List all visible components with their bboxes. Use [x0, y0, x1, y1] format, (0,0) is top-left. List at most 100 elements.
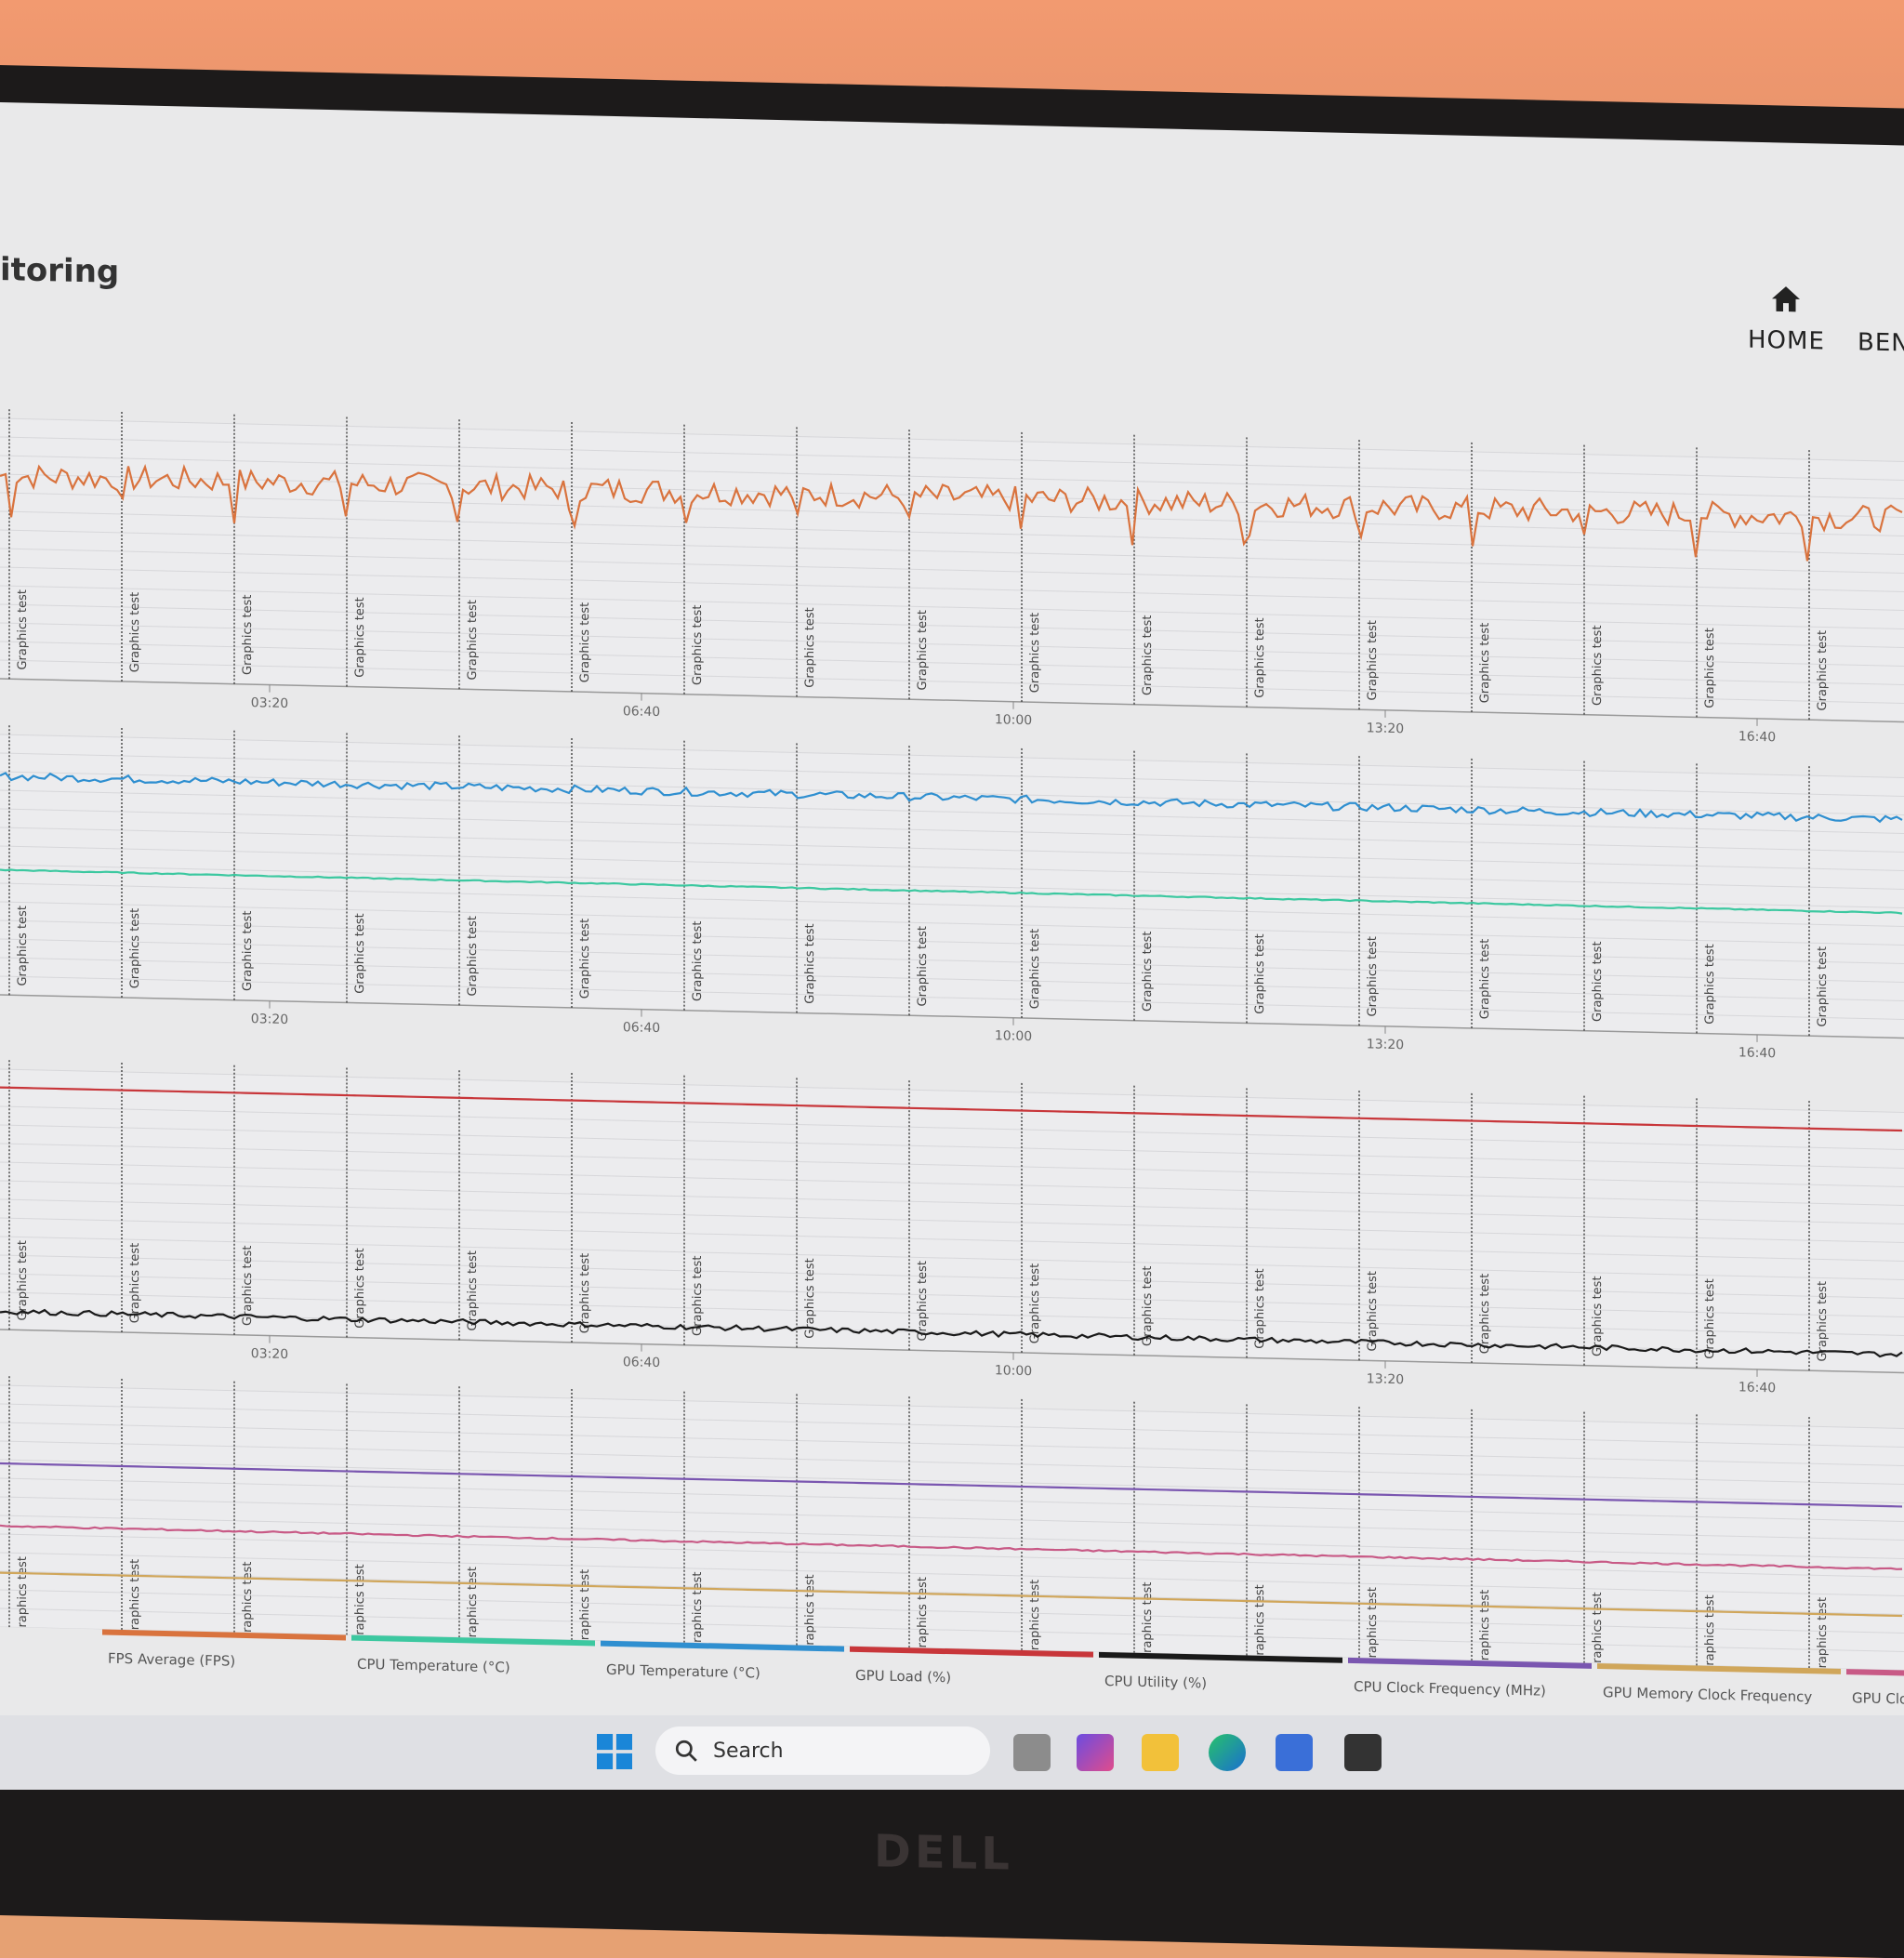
event-marker-label: Graphics test — [466, 1250, 480, 1331]
event-marker-label: Graphics test — [578, 919, 592, 999]
nav-benchmark-label: BEN — [1858, 328, 1904, 358]
dell-logo: DELL — [874, 1825, 1013, 1881]
event-marker-label: Graphics test — [16, 906, 30, 986]
legend-label: GPU Temperature (°C) — [606, 1660, 760, 1682]
legend-label: FPS Average (FPS) — [108, 1649, 236, 1670]
event-marker-label: Graphics test — [1253, 1584, 1267, 1665]
time-tick-label: 06:40 — [623, 704, 660, 720]
event-marker-label: Graphics test — [1366, 620, 1380, 701]
event-marker-label: Graphics test — [1816, 1597, 1830, 1671]
event-marker-label: Graphics test — [16, 589, 30, 670]
event-marker-label: Graphics test — [353, 913, 367, 994]
event-marker-label: Graphics test — [691, 1255, 705, 1336]
legend-label: GPU Cloc — [1852, 1689, 1904, 1708]
legend-label: CPU Clock Frequency (MHz) — [1354, 1678, 1546, 1700]
event-marker-label: Graphics test — [578, 602, 592, 683]
home-icon — [1772, 286, 1801, 312]
event-marker-label: Graphics test — [916, 926, 930, 1007]
event-marker-label: Graphics test — [916, 610, 930, 691]
event-marker-label: Graphics test — [1478, 1590, 1492, 1671]
event-marker-label: Graphics test — [803, 1574, 817, 1655]
legend-label: CPU Temperature (°C) — [357, 1655, 510, 1676]
chart-panel-bg — [0, 1385, 1904, 1671]
event-marker-label: Graphics test — [1816, 1281, 1830, 1362]
event-marker-label: Graphics test — [241, 1561, 255, 1642]
event-marker-label: Graphics test — [1591, 625, 1605, 706]
event-marker-label: Graphics test — [1141, 931, 1155, 1012]
event-marker-label: Graphics test — [1478, 1274, 1492, 1355]
event-marker-label: Graphics test — [353, 1564, 367, 1645]
file-explorer-icon[interactable] — [1142, 1734, 1179, 1771]
event-marker-label: Graphics test — [1478, 623, 1492, 704]
task-view-icon[interactable] — [1013, 1734, 1051, 1771]
event-marker-label: Graphics test — [1816, 946, 1830, 1027]
event-marker-label: Graphics test — [353, 1248, 367, 1329]
event-marker-label: Graphics test — [16, 1556, 30, 1637]
nav-home-label: HOME — [1748, 325, 1825, 356]
time-tick-label: 13:20 — [1367, 721, 1404, 736]
page-title: itoring — [0, 251, 120, 291]
event-marker-label: Graphics test — [803, 607, 817, 688]
windows-start-icon[interactable] — [597, 1734, 632, 1769]
event-marker-label: Graphics test — [128, 1243, 142, 1324]
time-tick-label: 16:40 — [1739, 1045, 1776, 1061]
event-marker-label: Graphics test — [691, 604, 705, 685]
time-tick-label: 03:20 — [251, 1012, 288, 1027]
benchmark-app-icon[interactable] — [1344, 1734, 1382, 1771]
event-marker-label: Graphics test — [1703, 1594, 1717, 1670]
windows-taskbar: Search — [0, 1715, 1904, 1790]
time-tick-label: 03:20 — [251, 695, 288, 711]
event-marker-label: Graphics test — [466, 916, 480, 997]
event-marker-label: Graphics test — [1366, 1587, 1380, 1668]
legend-item[interactable]: FPS Average (FPS) — [102, 1629, 346, 1709]
event-marker-label: Graphics test — [1591, 941, 1605, 1022]
event-marker-label: Graphics test — [353, 597, 367, 678]
time-tick-label: 10:00 — [995, 1363, 1032, 1379]
event-marker-label: Graphics test — [578, 1569, 592, 1650]
nav-benchmark[interactable]: BEN — [1858, 328, 1904, 357]
event-marker-label: Graphics test — [1028, 1263, 1042, 1344]
search-icon — [675, 1740, 697, 1762]
monitor-screen: itoring HOME BEN Graphics test Graphics t… — [0, 102, 1904, 1773]
event-marker-label: Graphics test — [691, 1571, 705, 1652]
legend-item[interactable]: GPU Temperature (°C) — [601, 1640, 844, 1721]
event-marker-label: Graphics test — [241, 594, 255, 675]
event-marker-label: Graphics test — [803, 923, 817, 1004]
nav-home[interactable]: HOME — [1748, 282, 1825, 356]
event-marker-label: Graphics test — [466, 600, 480, 681]
time-tick-label: 10:00 — [995, 712, 1032, 728]
event-marker-label: Graphics test — [128, 1559, 142, 1640]
store-icon[interactable] — [1276, 1734, 1313, 1771]
time-tick-label: 13:20 — [1367, 1371, 1404, 1387]
event-marker-label: Graphics test — [1028, 929, 1042, 1010]
event-marker-label: Graphics test — [1141, 1265, 1155, 1346]
event-marker-label: Graphics test — [241, 910, 255, 991]
edge-icon[interactable] — [1209, 1734, 1246, 1771]
time-tick-label: 10:00 — [995, 1028, 1032, 1044]
legend-swatch — [1846, 1669, 1904, 1681]
event-marker-label: Graphics test — [1703, 1278, 1717, 1359]
event-marker-label: Graphics test — [1253, 933, 1267, 1014]
m365-icon[interactable] — [1077, 1734, 1114, 1771]
event-marker-label: Graphics test — [1028, 1580, 1042, 1660]
time-tick-label: 06:40 — [623, 1355, 660, 1370]
event-marker-label: Graphics test — [1141, 615, 1155, 695]
time-tick-label: 16:40 — [1739, 1380, 1776, 1396]
taskbar-search[interactable]: Search — [655, 1726, 990, 1775]
time-tick-label: 13:20 — [1367, 1037, 1404, 1052]
time-tick-label: 16:40 — [1739, 729, 1776, 745]
legend-item[interactable]: GPU Load (%) — [850, 1646, 1093, 1726]
event-marker-label: Graphics test — [1141, 1581, 1155, 1662]
event-marker-label: Graphics test — [1366, 936, 1380, 1017]
time-tick-label: 03:20 — [251, 1346, 288, 1362]
event-marker-label: Graphics test — [128, 908, 142, 989]
event-marker-label: Graphics test — [16, 1240, 30, 1321]
event-marker-label: Graphics test — [1703, 628, 1717, 708]
monitoring-charts: Graphics test Graphics test Graphics test G… — [0, 409, 1904, 1671]
event-marker-label: Graphics test — [916, 1577, 930, 1658]
legend-item[interactable]: CPU Temperature (°C) — [351, 1634, 595, 1715]
time-tick-label: 06:40 — [623, 1020, 660, 1036]
legend-label: CPU Utility (%) — [1104, 1672, 1208, 1692]
event-marker-label: Graphics test — [1478, 939, 1492, 1020]
event-marker-label: Graphics test — [1816, 630, 1830, 711]
